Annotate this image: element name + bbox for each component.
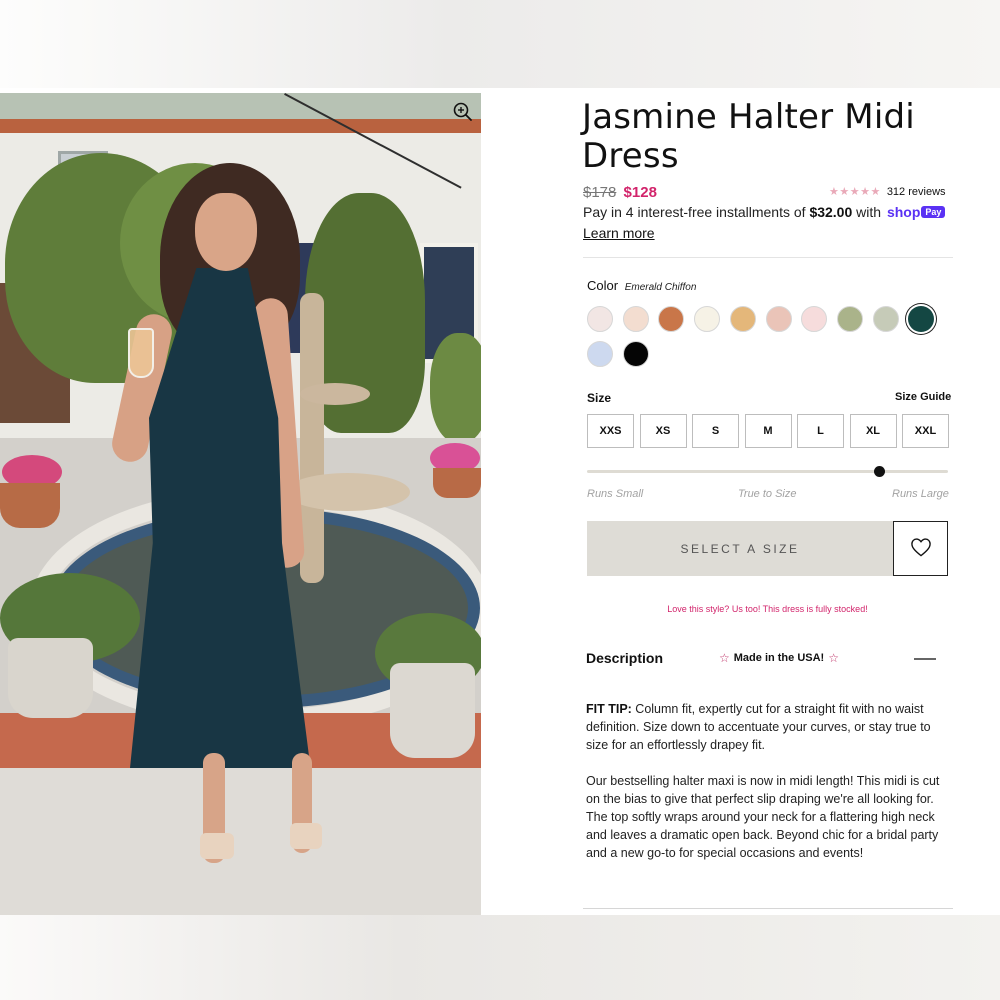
select-size-button[interactable]: SELECT A SIZE bbox=[587, 521, 893, 576]
photo-fountain-tier bbox=[285, 473, 410, 511]
photo-roof bbox=[0, 119, 481, 133]
fit-runs-small: Runs Small bbox=[587, 488, 644, 500]
photo-urn bbox=[390, 663, 475, 758]
wishlist-button[interactable] bbox=[893, 521, 948, 576]
review-count[interactable]: 312 reviews bbox=[887, 186, 946, 198]
description-body: FIT TIP: Column fit, expertly cut for a … bbox=[586, 700, 952, 880]
selected-color: Emerald Chiffon bbox=[624, 282, 697, 293]
divider bbox=[583, 257, 953, 258]
color-swatch-gold[interactable] bbox=[729, 306, 756, 332]
installments-info: Pay in 4 interest-free installments of $… bbox=[583, 204, 946, 220]
original-price: $178 bbox=[583, 184, 617, 201]
fit-tip-label: FIT TIP: bbox=[586, 702, 632, 716]
size-label: Size bbox=[587, 391, 612, 405]
fit-tip-text: Column fit, expertly cut for a straight … bbox=[586, 702, 931, 752]
star-icon: ☆ bbox=[828, 651, 839, 665]
divider bbox=[583, 908, 953, 909]
size-option-s[interactable]: S bbox=[692, 414, 739, 448]
product-title: Jasmine Halter Midi Dress bbox=[582, 97, 915, 176]
photo-fountain bbox=[300, 293, 324, 583]
background-bottom bbox=[0, 915, 1000, 1000]
color-swatch-dusty-rose[interactable] bbox=[765, 306, 792, 332]
collapse-icon[interactable] bbox=[914, 658, 936, 660]
description-text: Our bestselling halter maxi is now in mi… bbox=[586, 774, 940, 860]
installments-with: with bbox=[852, 204, 885, 220]
size-option-xs[interactable]: XS bbox=[639, 414, 687, 448]
color-swatch-light-pink[interactable] bbox=[801, 306, 828, 332]
price: $178 $128 bbox=[583, 184, 657, 201]
photo-model-shoe bbox=[290, 823, 322, 849]
made-in-usa-badge: ☆ Made in the USA! ☆ bbox=[719, 651, 839, 665]
fit-scale-marker bbox=[873, 466, 885, 477]
made-in-usa-text: Made in the USA! bbox=[733, 652, 825, 664]
rating[interactable]: ★★★★★ 312 reviews bbox=[829, 185, 946, 199]
installment-amount: $32.00 bbox=[809, 204, 853, 220]
photo-fountain-tier bbox=[300, 383, 370, 405]
photo-bush bbox=[430, 333, 481, 443]
color-label: Color Emerald Chiffon bbox=[587, 278, 696, 293]
learn-more-link[interactable]: Learn more bbox=[583, 225, 655, 241]
star-icon: ☆ bbox=[719, 651, 730, 665]
zoom-icon[interactable] bbox=[452, 101, 474, 123]
fit-true-to-size: True to Size bbox=[738, 488, 797, 500]
photo-pot bbox=[0, 483, 60, 528]
product-image[interactable] bbox=[0, 93, 481, 915]
photo-model-face bbox=[195, 193, 257, 271]
color-swatch-pale-sage[interactable] bbox=[872, 306, 899, 332]
size-option-l[interactable]: L bbox=[797, 414, 844, 448]
color-swatch-ivory[interactable] bbox=[694, 306, 721, 332]
color-swatch-sage[interactable] bbox=[836, 306, 863, 332]
photo-path bbox=[0, 768, 481, 915]
size-guide-link[interactable]: Size Guide bbox=[895, 391, 951, 403]
shop-pay-logo: shop bbox=[886, 204, 921, 220]
fit-tip: FIT TIP: Column fit, expertly cut for a … bbox=[586, 700, 952, 754]
description-toggle[interactable]: Description bbox=[586, 650, 663, 666]
photo-urn bbox=[8, 638, 93, 718]
installments-text: Pay in 4 interest-free installments of bbox=[583, 204, 810, 220]
size-option-xxl[interactable]: XXL bbox=[902, 414, 949, 448]
color-heading: Color bbox=[587, 278, 619, 293]
stock-message: Love this style? Us too! This dress is f… bbox=[667, 604, 868, 614]
size-option-xxs[interactable]: XXS bbox=[587, 414, 634, 448]
sale-price: $128 bbox=[623, 184, 657, 201]
color-swatch-blush[interactable] bbox=[587, 306, 613, 332]
fit-runs-large: Runs Large bbox=[892, 488, 949, 500]
color-swatch-black[interactable] bbox=[622, 341, 649, 367]
photo-model-shoe bbox=[200, 833, 234, 859]
size-option-xl[interactable]: XL bbox=[849, 414, 897, 448]
fit-scale-track bbox=[587, 470, 948, 473]
background-top bbox=[0, 0, 1000, 88]
shop-pay-badge: Pay bbox=[921, 206, 946, 218]
photo-wine-glass bbox=[128, 328, 154, 378]
photo-pot bbox=[433, 468, 481, 498]
color-swatch-periwinkle[interactable] bbox=[587, 341, 613, 367]
heart-icon bbox=[910, 537, 932, 560]
size-option-m[interactable]: M bbox=[744, 414, 792, 448]
rating-stars-icon: ★★★★★ bbox=[829, 186, 881, 198]
color-swatch-nude[interactable] bbox=[622, 306, 649, 332]
